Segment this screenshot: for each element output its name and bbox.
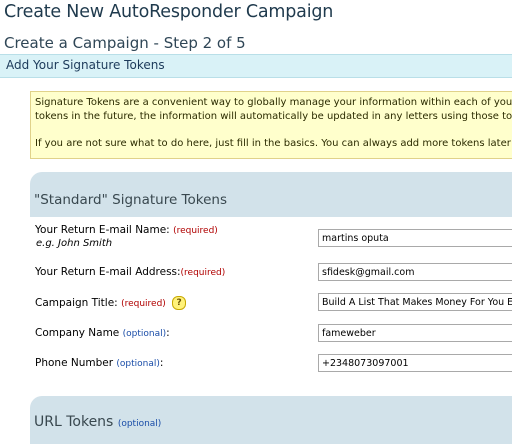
help-icon[interactable]: ? [172,296,187,310]
return-email-name-example: e.g. John Smith [36,238,113,249]
standard-tokens-title: "Standard" Signature Tokens [34,192,227,208]
info-line-2: tokens in the future, the information wi… [35,111,512,122]
step-bar-label: Add Your Signature Tokens [6,58,165,72]
phone-number-input[interactable]: +2348073097001 [318,354,512,372]
step-bar: Add Your Signature Tokens [0,54,512,78]
url-tokens-title: URL Tokens (optional) [34,414,162,430]
campaign-title-input[interactable]: Build A List That Makes Money For You Ea… [318,293,512,311]
info-line-3: If you are not sure what to do here, jus… [35,138,512,149]
company-name-label: Company Name (optional): [35,327,170,339]
required-tag: (required) [121,299,166,309]
return-email-name-input[interactable]: martins oputa [318,229,512,247]
optional-tag: (optional) [122,329,167,339]
optional-tag: (optional) [116,359,160,369]
page-subtitle: Create a Campaign - Step 2 of 5 [4,34,246,52]
company-name-input[interactable]: fameweber [318,324,512,342]
return-email-address-label: Your Return E-mail Address:(required) [35,266,226,278]
return-email-address-input[interactable]: sfidesk@gmail.com [318,263,512,281]
url-tokens-header: URL Tokens (optional) [30,396,512,444]
info-box: Signature Tokens are a convenient way to… [30,91,512,159]
page-title: Create New AutoResponder Campaign [4,2,334,22]
campaign-title-label: Campaign Title: (required) ? [35,296,187,310]
phone-number-label: Phone Number (optional): [35,357,164,369]
optional-tag: (optional) [117,419,162,429]
return-email-name-label: Your Return E-mail Name: (required) [35,224,218,236]
info-line-1: Signature Tokens are a convenient way to… [35,97,512,108]
required-tag: (required) [180,268,226,278]
standard-tokens-header: "Standard" Signature Tokens [30,172,512,217]
required-tag: (required) [173,226,218,236]
